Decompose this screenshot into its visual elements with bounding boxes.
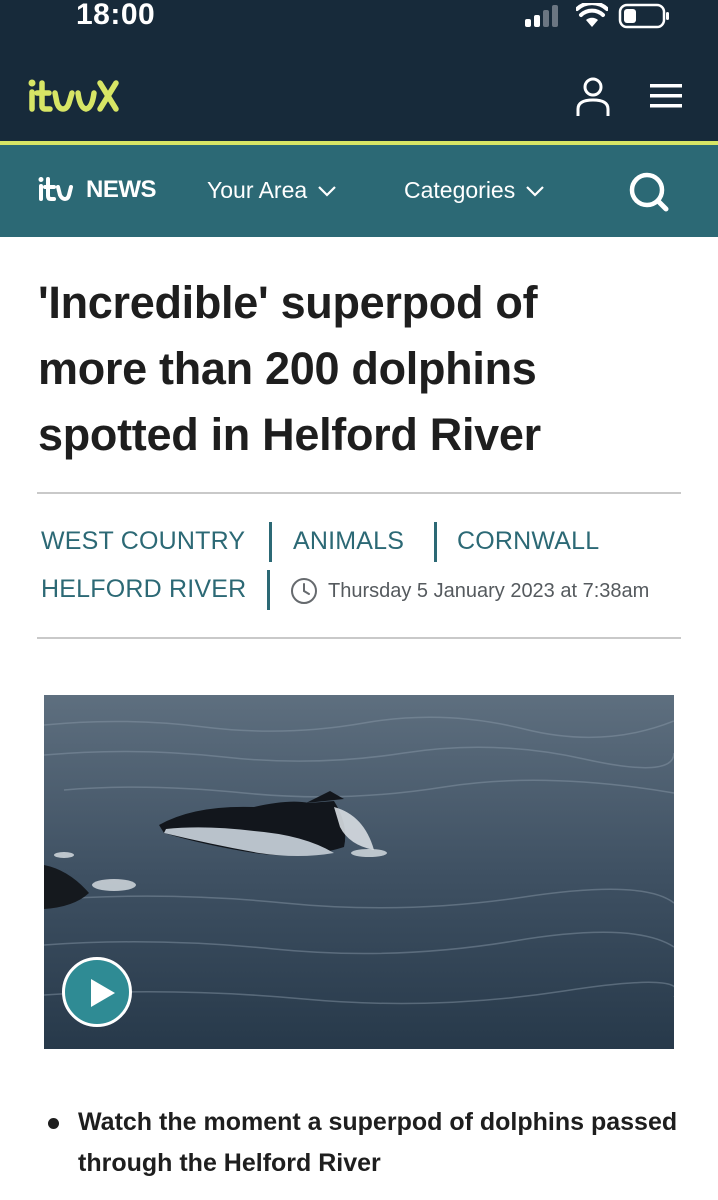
tag-animals[interactable]: ANIMALS — [293, 527, 404, 556]
tag-cornwall[interactable]: CORNWALL — [457, 527, 599, 556]
search-icon[interactable] — [628, 171, 670, 213]
tag-separator — [269, 522, 272, 562]
tag-separator — [434, 522, 437, 562]
tag-west-country[interactable]: WEST COUNTRY — [41, 527, 245, 556]
article-timestamp: Thursday 5 January 2023 at 7:38am — [290, 577, 649, 605]
article-headline: 'Incredible' superpod of more than 200 d… — [38, 270, 678, 468]
bullet-dot — [48, 1118, 59, 1129]
clock-icon — [291, 578, 317, 604]
tag-separator — [267, 570, 270, 610]
nav-your-area-label: Your Area — [207, 177, 308, 203]
headline-line: 'Incredible' superpod of — [38, 277, 538, 328]
timestamp-text: Thursday 5 January 2023 at 7:38am — [328, 579, 650, 602]
itv-logo-mark — [38, 177, 73, 201]
video-thumbnail — [44, 695, 674, 1049]
user-icon[interactable] — [574, 76, 612, 118]
article-bullet: Watch the moment a superpod of dolphins … — [78, 1108, 678, 1177]
headline-line: spotted in Helford River — [38, 409, 541, 460]
menu-icon[interactable] — [650, 83, 682, 109]
play-icon[interactable] — [62, 957, 132, 1027]
itvx-logo[interactable] — [28, 78, 120, 114]
article-video[interactable] — [44, 695, 674, 1049]
chevron-down-icon — [526, 185, 545, 197]
battery-icon — [618, 3, 669, 29]
meta-divider-top — [37, 492, 681, 494]
news-nav-bar: NEWS Your Area Categories — [0, 145, 718, 237]
cellular-signal-icon — [525, 5, 563, 27]
headline-line: more than 200 dolphins — [38, 343, 537, 394]
nav-categories[interactable]: Categories — [404, 177, 545, 204]
itv-news-logo[interactable]: NEWS — [38, 176, 157, 203]
meta-divider-bottom — [37, 637, 681, 639]
tag-helford-river[interactable]: HELFORD RIVER — [41, 575, 246, 604]
news-logo-text: NEWS — [86, 176, 157, 203]
chevron-down-icon — [318, 185, 336, 197]
wifi-icon — [576, 3, 608, 27]
status-time: 18:00 — [76, 0, 156, 31]
nav-categories-label: Categories — [404, 177, 516, 203]
app-header: 18:00 — [0, 0, 718, 142]
nav-your-area[interactable]: Your Area — [207, 177, 337, 204]
